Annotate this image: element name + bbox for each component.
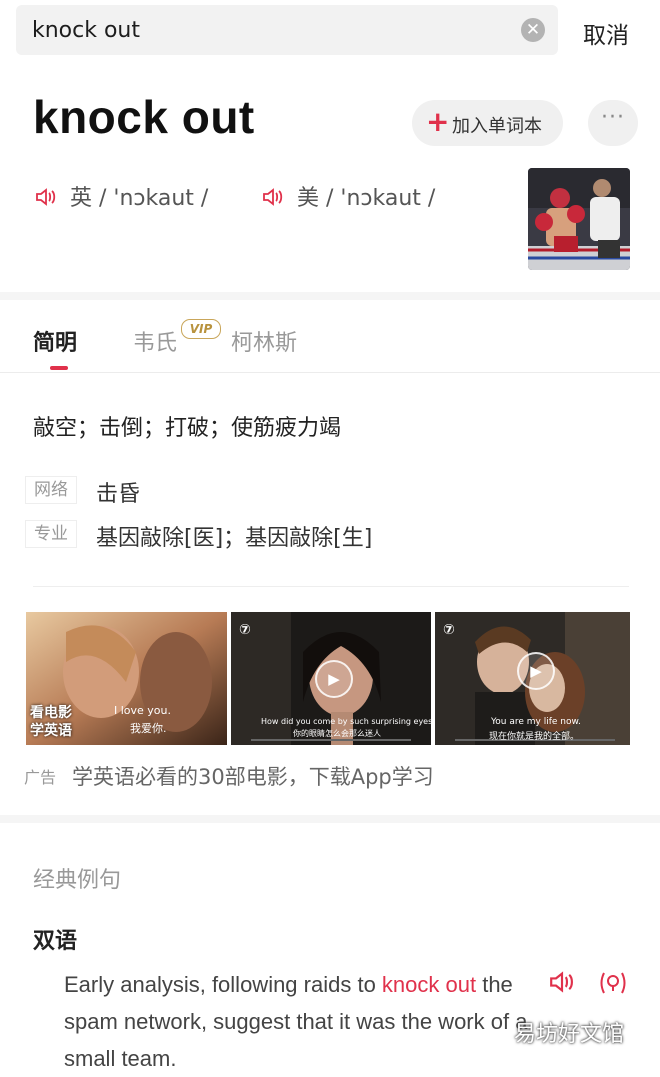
- section-divider: [0, 815, 660, 823]
- svg-text:⑦: ⑦: [239, 622, 251, 638]
- uk-label: 英: [70, 186, 93, 211]
- section-divider: [0, 292, 660, 300]
- word-title: knock out: [33, 91, 255, 143]
- bilingual-label: 双语: [33, 929, 78, 954]
- subtitle-en: You are my life now.: [491, 717, 581, 727]
- tab-webster[interactable]: 韦氏: [133, 325, 177, 357]
- subtitle-cn: 现在你就是我的全部。: [489, 732, 580, 742]
- uk-phonetic: / 'nɔkaut /: [99, 186, 209, 211]
- ad-video-2[interactable]: ⑦ ▶ How did you come by such surprising …: [231, 612, 431, 745]
- vip-badge: VIP: [181, 319, 221, 339]
- word-image[interactable]: [528, 168, 630, 270]
- play-icon[interactable]: ▶: [315, 660, 353, 698]
- active-tab-indicator: [50, 366, 68, 370]
- svg-text:⑦: ⑦: [443, 622, 455, 638]
- uk-pronunciation[interactable]: 英 / 'nɔkaut /: [35, 180, 208, 212]
- example-highlight[interactable]: knock out: [382, 972, 476, 997]
- example-sentence: Early analysis, following raids to knock…: [64, 966, 539, 1077]
- examples-section-title: 经典例句: [33, 868, 122, 893]
- professional-definition: 基因敲除[医]；基因敲除[生]: [96, 526, 373, 551]
- play-icon[interactable]: ▶: [517, 652, 555, 690]
- subtitle-cn: 你的眼睛怎么会那么迷人: [293, 729, 381, 738]
- divider: [33, 586, 629, 587]
- subtitle-cn: 我爱你.: [130, 722, 167, 735]
- speaker-icon[interactable]: [35, 187, 63, 212]
- tag-network: 网络: [25, 476, 77, 504]
- ad-video-3[interactable]: ⑦ ▶ You are my life now. 现在你就是我的全部。: [435, 612, 630, 745]
- more-button[interactable]: ···: [588, 100, 638, 146]
- us-phonetic: / 'nɔkaut /: [326, 186, 436, 211]
- plus-icon: +: [426, 105, 450, 138]
- example-text-before: Early analysis, following raids to: [64, 972, 382, 997]
- subtitle-en: I love you.: [114, 704, 172, 717]
- speaker-icon[interactable]: [262, 187, 290, 212]
- cancel-button[interactable]: 取消: [583, 16, 629, 50]
- ad-overlay-text: 看电影 学英语: [30, 705, 72, 739]
- ad-link[interactable]: 学英语必看的30部电影，下载App学习: [72, 761, 434, 791]
- search-bar[interactable]: knock out ✕: [16, 5, 558, 55]
- tab-jianming[interactable]: 简明: [33, 325, 77, 357]
- network-definition: 击昏: [96, 482, 141, 507]
- tab-collins[interactable]: 柯林斯: [231, 325, 297, 357]
- example-search-icon[interactable]: [598, 970, 628, 1001]
- add-to-wordbook-button[interactable]: + 加入单词本: [412, 100, 563, 146]
- clear-icon[interactable]: ✕: [521, 18, 545, 42]
- tabs-divider: [0, 372, 660, 373]
- watermark: 易坊好文馆: [514, 1022, 625, 1047]
- ad-tag: 广告: [24, 768, 57, 787]
- ad-video-1[interactable]: 看电影 学英语 I love you. 我爱你.: [26, 612, 227, 745]
- us-pronunciation[interactable]: 美 / 'nɔkaut /: [262, 180, 435, 212]
- main-definition: 敲空；击倒；打破；使筋疲力竭: [33, 416, 342, 441]
- tag-professional: 专业: [25, 520, 77, 548]
- search-input[interactable]: knock out: [32, 18, 140, 43]
- us-label: 美: [297, 186, 320, 211]
- example-speaker-icon[interactable]: [548, 970, 576, 999]
- add-to-wordbook-label: 加入单词本: [452, 116, 542, 137]
- subtitle-en: How did you come by such surprising eyes…: [261, 717, 431, 726]
